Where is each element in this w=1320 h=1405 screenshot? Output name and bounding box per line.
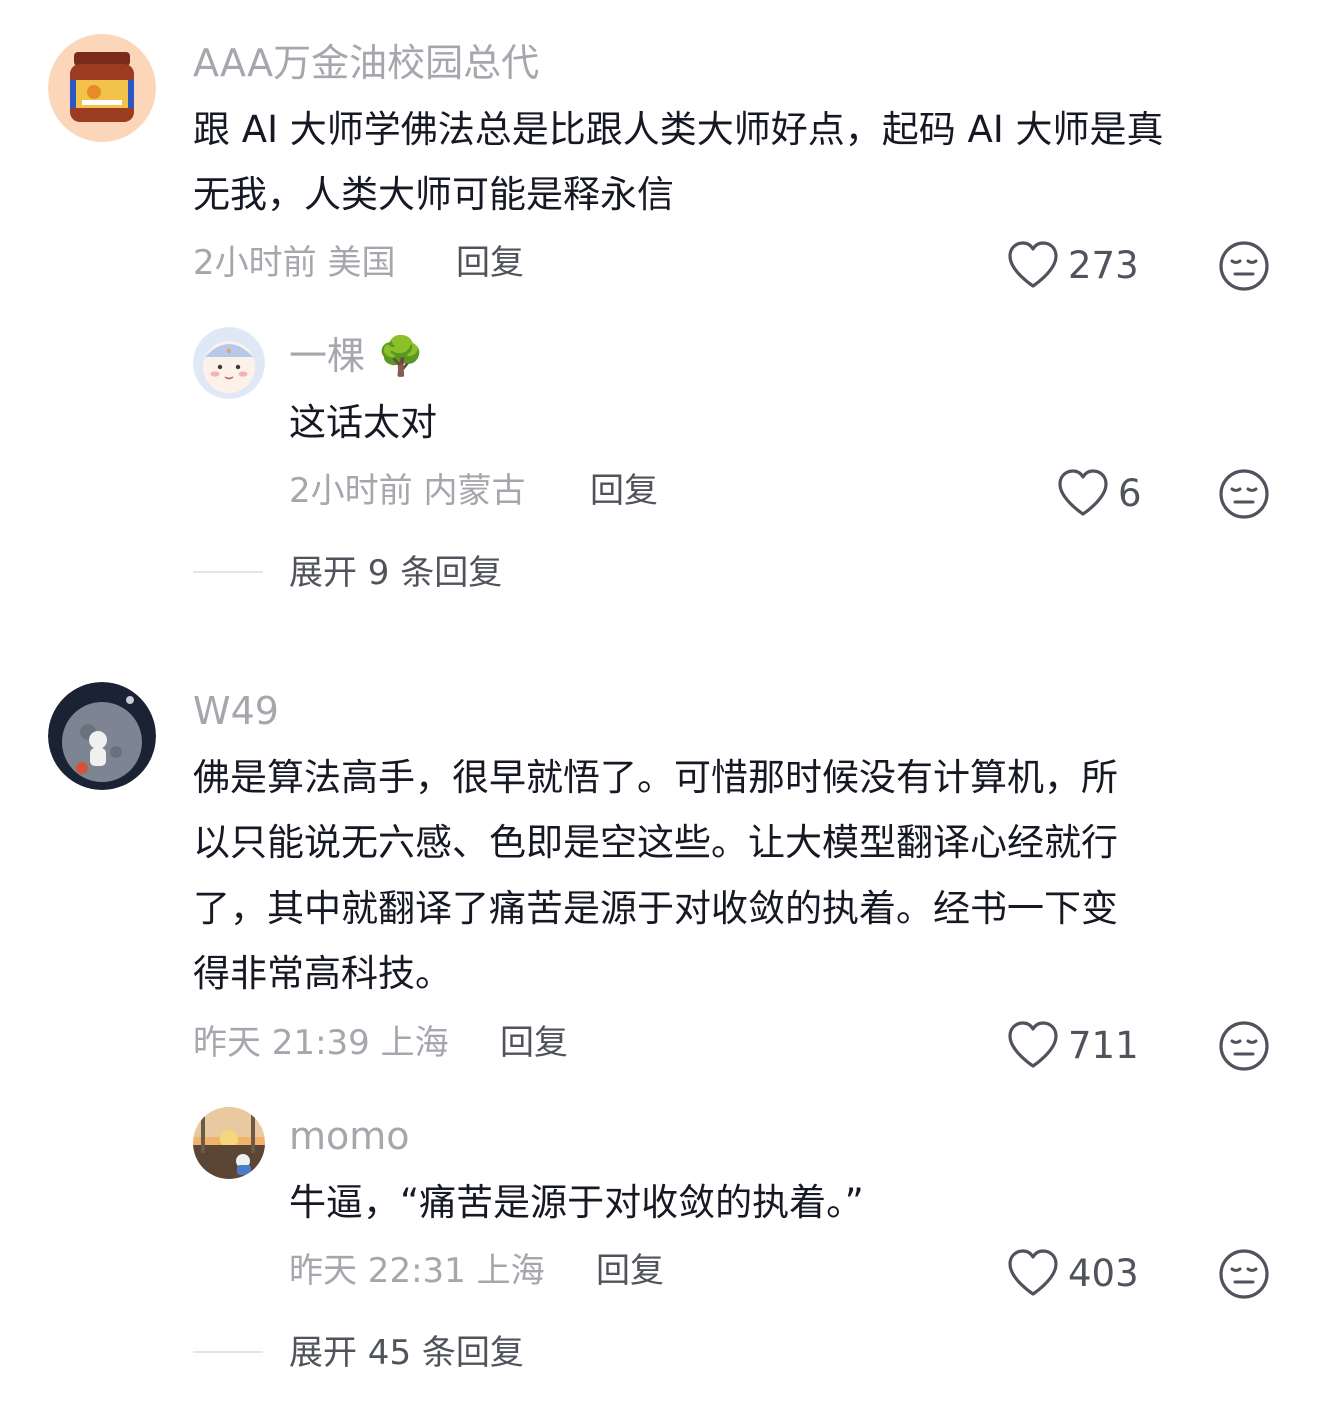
tree-emoji: 🌳 xyxy=(377,334,425,378)
heart-icon xyxy=(1008,1249,1058,1296)
like-button[interactable]: 403 xyxy=(1006,1248,1139,1298)
reply-button[interactable]: 回复 xyxy=(500,1026,568,1060)
reply-text: 牛逼，“痛苦是源于对收敛的执着。” xyxy=(289,1181,864,1224)
divider xyxy=(193,571,263,573)
comment-text-line: 得非常高科技。 xyxy=(193,952,452,995)
tiger-balm-jar-avatar[interactable] xyxy=(48,34,156,142)
comment-text-line: 以只能说无六感、色即是空这些。让大模型翻译心经就行 xyxy=(193,821,1118,864)
like-count: 273 xyxy=(1068,243,1139,287)
comment-text-line: 跟 AI 大师学佛法总是比跟人类大师好点，起码 AI 大师是真 xyxy=(193,108,1164,151)
comment-text-line: 无我，人类大师可能是释永信 xyxy=(193,173,674,216)
like-count: 711 xyxy=(1068,1023,1139,1067)
like-button[interactable]: 273 xyxy=(1006,240,1139,290)
reply-button[interactable]: 回复 xyxy=(456,246,524,280)
comment-meta: 2小时前 美国 xyxy=(193,243,396,283)
dislike-face-icon[interactable] xyxy=(1218,240,1270,292)
expand-replies-button[interactable]: 展开 45 条回复 xyxy=(289,1336,524,1370)
heart-icon xyxy=(1058,469,1108,516)
comment-meta: 昨天 21:39 上海 xyxy=(193,1023,449,1063)
comment-text-line: 了，其中就翻译了痛苦是源于对收敛的执着。经书一下变 xyxy=(193,887,1118,930)
reply-username[interactable]: 一棵 🌳 xyxy=(289,337,424,375)
dislike-face-icon[interactable] xyxy=(1218,468,1270,520)
comment-username[interactable]: AAA万金油校园总代 xyxy=(193,44,539,82)
reply-button[interactable]: 回复 xyxy=(590,474,658,508)
reply-text: 这话太对 xyxy=(289,401,437,444)
divider xyxy=(193,1351,263,1353)
reply-meta: 2小时前 内蒙古 xyxy=(289,471,526,511)
sunset-room-avatar[interactable] xyxy=(193,1107,265,1179)
astronaut-moon-avatar[interactable] xyxy=(48,682,156,790)
like-count: 6 xyxy=(1118,471,1142,515)
reply-meta: 昨天 22:31 上海 xyxy=(289,1251,545,1291)
like-button[interactable]: 6 xyxy=(1056,468,1142,518)
like-button[interactable]: 711 xyxy=(1006,1020,1139,1070)
like-count: 403 xyxy=(1068,1251,1139,1295)
comment-text-line: 佛是算法高手，很早就悟了。可惜那时候没有计算机，所 xyxy=(193,756,1118,799)
cartoon-buddha-avatar[interactable] xyxy=(193,327,265,399)
dislike-face-icon[interactable] xyxy=(1218,1020,1270,1072)
heart-icon xyxy=(1008,1021,1058,1068)
reply-button[interactable]: 回复 xyxy=(596,1254,664,1288)
heart-icon xyxy=(1008,241,1058,288)
reply-username[interactable]: momo xyxy=(289,1117,410,1155)
comment-username[interactable]: W49 xyxy=(193,692,279,730)
expand-replies-button[interactable]: 展开 9 条回复 xyxy=(289,556,502,590)
dislike-face-icon[interactable] xyxy=(1218,1248,1270,1300)
